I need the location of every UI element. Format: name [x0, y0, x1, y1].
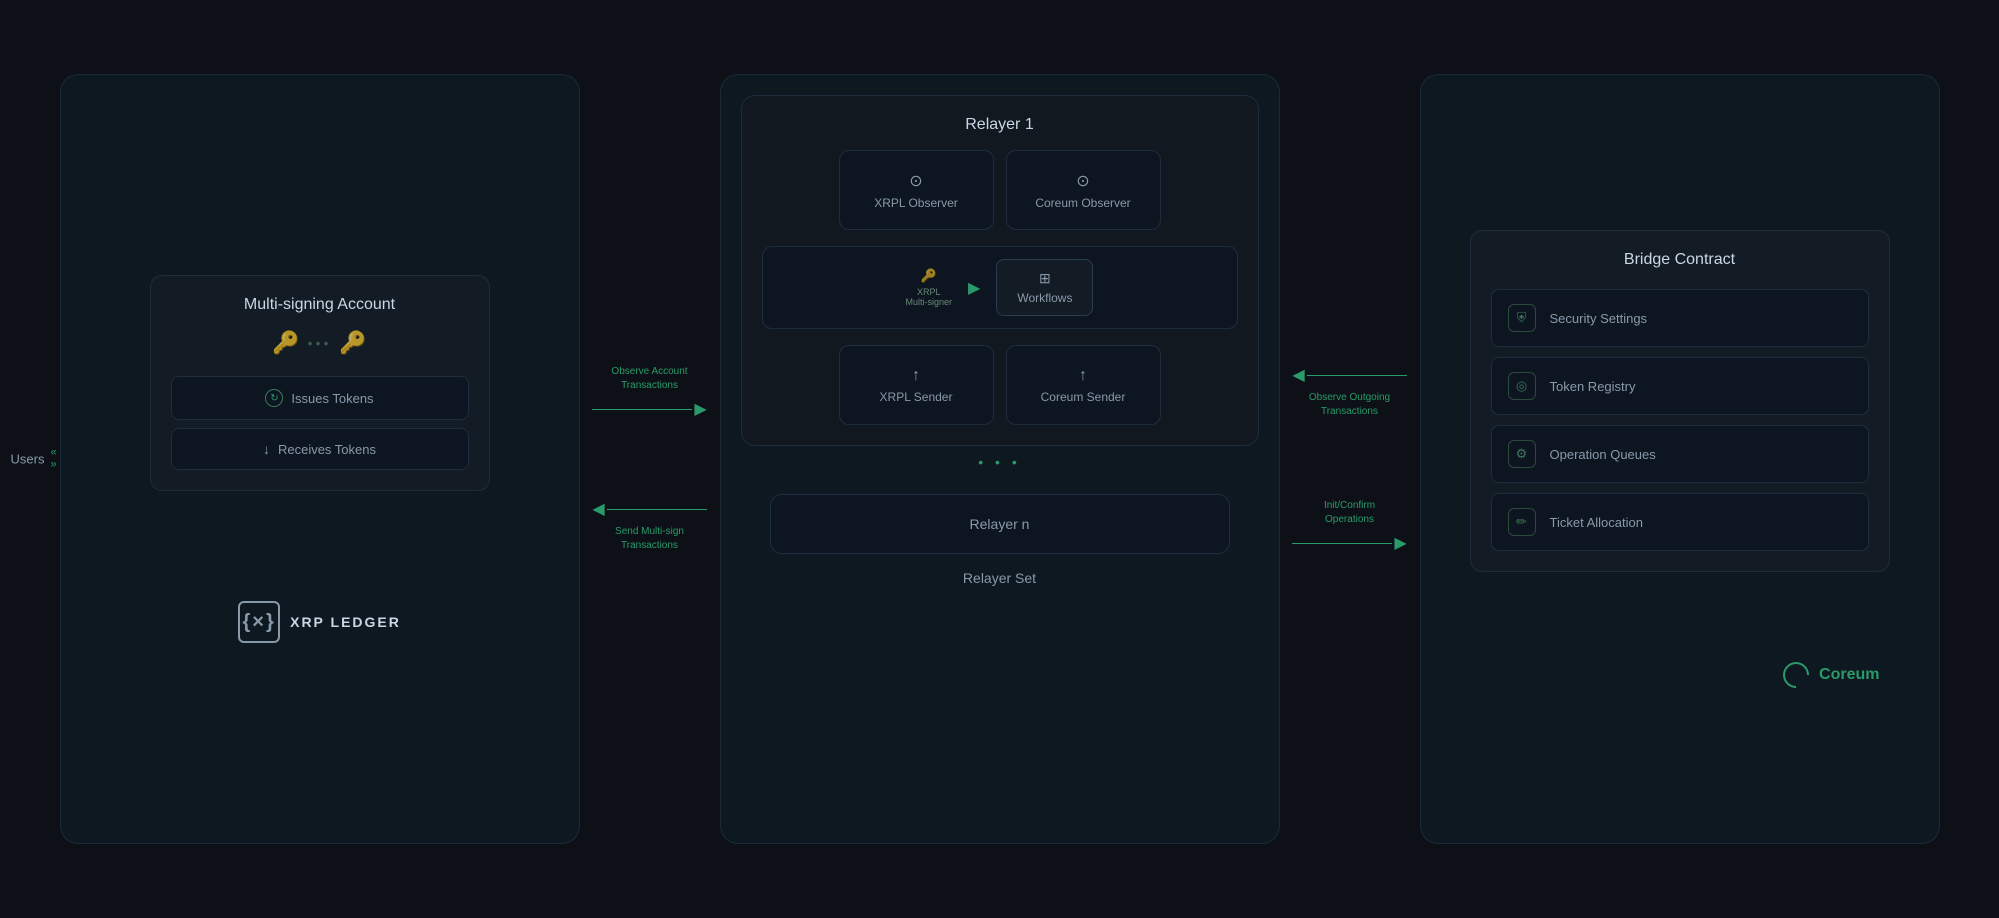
right-panel-bridge: Bridge Contract ⛨ Security Settings ◎ To…: [1420, 74, 1940, 844]
observe-outgoing-conn: ◀ Observe Outgoing Transactions: [1292, 365, 1406, 419]
token-registry-label: Token Registry: [1550, 379, 1636, 394]
xrp-logo: {×} XRP LEDGER: [238, 601, 401, 643]
users-label: Users: [11, 452, 45, 467]
xrpl-sender-card: ↑ XRPL Sender: [839, 345, 994, 425]
init-confirm-conn: Init/Confirm Operations ▶: [1292, 499, 1406, 553]
xrpl-multisigner-mini: 🔑 XRPL Multi-signer: [906, 268, 953, 307]
coreum-observer-icon: ⊙: [1076, 171, 1089, 191]
three-dots: • • •: [978, 454, 1020, 470]
observe-outgoing-label: Observe Outgoing Transactions: [1309, 391, 1390, 419]
issues-tokens-label: Issues Tokens: [291, 391, 373, 406]
middle-panel-relayer: Relayer 1 ⊙ XRPL Observer ⊙ Coreum Obser…: [720, 74, 1280, 844]
security-icon: ⛨: [1508, 304, 1536, 332]
receives-tokens-box: ↓ Receives Tokens: [171, 428, 469, 470]
multi-signing-card: Multi-signing Account 🔑 ••• 🔑 ↻ Issues T…: [150, 275, 490, 491]
send-multisign-label: Send Multi-sign Transactions: [615, 525, 684, 553]
users-arrow: « »: [50, 448, 56, 471]
token-registry-item: ◎ Token Registry: [1491, 357, 1869, 415]
operation-queues-item: ⚙ Operation Queues: [1491, 425, 1869, 483]
relayer1-title: Relayer 1: [965, 116, 1033, 134]
init-confirm-label: Init/Confirm Operations: [1324, 499, 1375, 527]
coreum-observer-card: ⊙ Coreum Observer: [1006, 150, 1161, 230]
key-left-icon: 🔑: [272, 330, 299, 356]
workflows-label: Workflows: [1017, 291, 1072, 305]
coreum-c-icon: [1778, 657, 1815, 694]
users-section: Users « »: [11, 448, 57, 471]
coreum-sender-icon: ↑: [1079, 367, 1087, 385]
coreum-title: Coreum: [1819, 666, 1879, 684]
send-multisign-conn: ◀ Send Multi-sign Transactions: [592, 499, 706, 553]
left-panel-xrp: Users « » Multi-signing Account 🔑 ••• 🔑: [60, 74, 580, 844]
diagram-canvas: Users « » Multi-signing Account 🔑 ••• 🔑: [50, 49, 1950, 869]
observe-account-label: Observe Account Transactions: [611, 365, 687, 393]
relayer-set-label: Relayer Set: [963, 570, 1036, 586]
multisigner-key-icon: 🔑: [921, 268, 937, 284]
ticket-allocation-label: Ticket Allocation: [1550, 515, 1643, 530]
xrp-title: XRP LEDGER: [290, 614, 401, 630]
workflows-box: ⊞ Workflows: [996, 259, 1093, 316]
issues-tokens-box: ↻ Issues Tokens: [171, 376, 469, 420]
operation-queues-label: Operation Queues: [1550, 447, 1656, 462]
xrpl-sender-label: XRPL Sender: [880, 390, 953, 404]
security-settings-item: ⛨ Security Settings: [1491, 289, 1869, 347]
token-registry-icon: ◎: [1508, 372, 1536, 400]
xrpl-observer-icon: ⊙: [909, 171, 922, 191]
key-right-icon: 🔑: [339, 330, 366, 356]
relayer-n-label: Relayer n: [970, 516, 1030, 532]
xrp-logo-section: {×} XRP LEDGER: [238, 601, 401, 643]
sender-row: ↑ XRPL Sender ↑ Coreum Sender: [762, 345, 1238, 425]
xrpl-observer-card: ⊙ XRPL Observer: [839, 150, 994, 230]
coreum-sender-label: Coreum Sender: [1041, 390, 1126, 404]
multi-signing-title: Multi-signing Account: [244, 296, 395, 314]
operation-queues-icon: ⚙: [1508, 440, 1536, 468]
ticket-allocation-item: ✏ Ticket Allocation: [1491, 493, 1869, 551]
down-arrow-icon: ↓: [263, 441, 270, 457]
observe-account-conn: Observe Account Transactions ▶: [592, 365, 706, 419]
relayer-n-box: Relayer n: [770, 494, 1230, 554]
security-settings-label: Security Settings: [1550, 311, 1648, 326]
workflows-icon: ⊞: [1039, 270, 1051, 287]
coreum-logo-section: Coreum: [1783, 662, 1889, 688]
receives-tokens-label: Receives Tokens: [278, 442, 376, 457]
bridge-items-list: ⛨ Security Settings ◎ Token Registry ⚙ O…: [1491, 289, 1869, 551]
bridge-contract-title: Bridge Contract: [1624, 251, 1735, 269]
key-icons-row: 🔑 ••• 🔑: [272, 330, 367, 356]
ticket-allocation-icon: ✏: [1508, 508, 1536, 536]
bridge-contract-card: Bridge Contract ⛨ Security Settings ◎ To…: [1470, 230, 1890, 572]
relayer1-card: Relayer 1 ⊙ XRPL Observer ⊙ Coreum Obser…: [741, 95, 1259, 446]
coreum-observer-label: Coreum Observer: [1035, 196, 1130, 210]
middle-right-connectors: ◀ Observe Outgoing Transactions Init/Con…: [1280, 365, 1420, 553]
multisigner-label: XRPL Multi-signer: [906, 287, 953, 307]
left-middle-connectors: Observe Account Transactions ▶ ◀ Send Mu…: [580, 365, 720, 553]
workflow-section: 🔑 XRPL Multi-signer ▶ ⊞ Workflows: [762, 246, 1238, 329]
xrpl-observer-label: XRPL Observer: [874, 196, 958, 210]
xrp-icon: {×}: [238, 601, 280, 643]
observer-row: ⊙ XRPL Observer ⊙ Coreum Observer: [762, 150, 1238, 230]
dots-icon: •••: [308, 335, 332, 351]
issues-tokens-icon: ↻: [265, 389, 283, 407]
xrpl-sender-icon: ↑: [912, 367, 920, 385]
coreum-sender-card: ↑ Coreum Sender: [1006, 345, 1161, 425]
